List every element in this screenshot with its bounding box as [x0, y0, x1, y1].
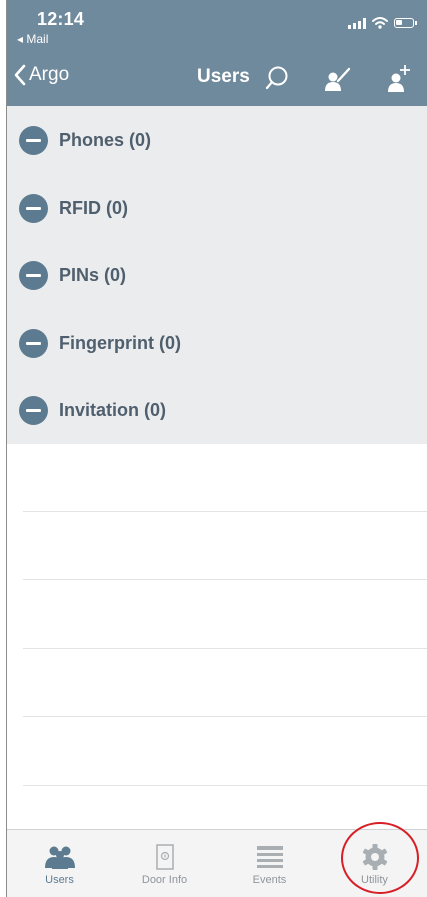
- tab-label: Events: [252, 874, 287, 886]
- edit-user-button[interactable]: [319, 58, 355, 98]
- group-row-rfid[interactable]: RFID (0): [7, 178, 427, 238]
- tab-users[interactable]: Users: [7, 830, 112, 897]
- empty-row-divider: [23, 648, 427, 649]
- group-label: RFID (0): [59, 197, 128, 218]
- tab-bar: Users Door Info Events Utility: [7, 829, 427, 897]
- search-icon: [265, 66, 288, 90]
- collapse-icon: [19, 328, 48, 358]
- empty-row-divider: [23, 716, 427, 717]
- tab-door-info[interactable]: Door Info: [112, 830, 217, 897]
- collapse-icon: [19, 395, 48, 425]
- back-label: Argo: [29, 64, 70, 85]
- tab-utility[interactable]: Utility: [322, 830, 427, 897]
- search-button[interactable]: [259, 58, 295, 98]
- empty-row-divider: [23, 579, 427, 580]
- header: 12:14 ◂ Mail Argo Users: [7, 0, 427, 106]
- tab-label: Users: [45, 874, 74, 886]
- group-label: Phones (0): [59, 129, 152, 150]
- group-label: PINs (0): [59, 264, 127, 285]
- collapse-icon: [19, 260, 48, 290]
- group-row-invitation[interactable]: Invitation (0): [7, 380, 427, 440]
- battery-icon: [394, 18, 417, 28]
- group-row-pins[interactable]: PINs (0): [7, 245, 427, 305]
- users-icon: [44, 846, 75, 869]
- edit-user-icon: [325, 67, 351, 91]
- tab-label: Utility: [361, 874, 388, 886]
- group-row-fingerprint[interactable]: Fingerprint (0): [7, 313, 427, 373]
- wifi-icon: [372, 17, 388, 29]
- page-title: Users: [197, 66, 250, 87]
- empty-row-divider: [23, 511, 427, 512]
- signal-icon: [348, 17, 366, 29]
- status-back-to-app[interactable]: ◂ Mail: [17, 32, 48, 46]
- tab-label: Door Info: [141, 874, 188, 886]
- collapse-icon: [19, 125, 48, 155]
- door-icon: [155, 844, 174, 870]
- status-time: 12:14: [37, 9, 85, 29]
- collapse-icon: [19, 193, 48, 223]
- chevron-left-icon: [14, 64, 26, 86]
- app-screen: 12:14 ◂ Mail Argo Users Phones (0) RFID …: [6, 0, 427, 897]
- events-list-icon: [256, 846, 283, 868]
- add-user-button[interactable]: [380, 58, 416, 98]
- add-user-icon: [388, 65, 410, 92]
- group-label: Invitation (0): [59, 399, 166, 420]
- tab-events[interactable]: Events: [217, 830, 322, 897]
- gear-icon: [362, 844, 387, 870]
- group-row-phones[interactable]: Phones (0): [7, 110, 427, 170]
- empty-row-divider: [23, 785, 427, 786]
- group-label: Fingerprint (0): [59, 332, 181, 353]
- credential-groups: Phones (0) RFID (0) PINs (0) Fingerprint…: [7, 106, 427, 444]
- status-icons: [348, 17, 417, 29]
- back-button[interactable]: Argo: [13, 64, 69, 86]
